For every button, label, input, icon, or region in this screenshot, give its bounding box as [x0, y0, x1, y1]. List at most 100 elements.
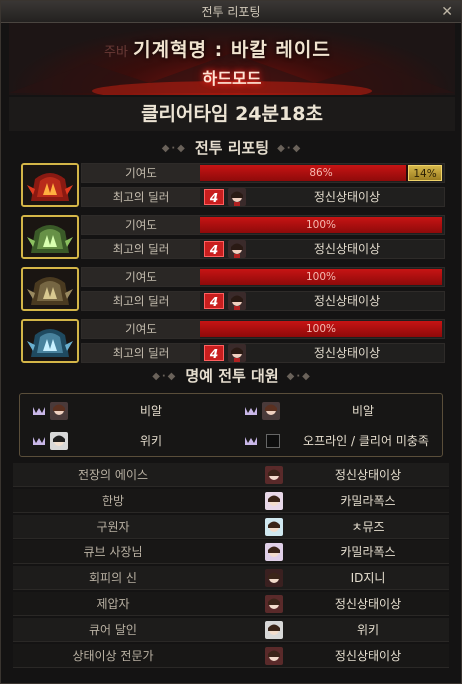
avatar-icon: [265, 594, 283, 613]
avatar-icon: [265, 517, 283, 536]
award-row: 제압자 정신상태이상: [13, 591, 449, 616]
award-title: 전장의 에이스: [77, 468, 149, 482]
player-report: 기여도 86% 14% 최고의 딜러 4 정신상태이상: [21, 163, 445, 207]
contribution-bar: 100%: [200, 269, 442, 285]
contribution-row: 기여도 100%: [81, 319, 445, 339]
award-title: 구원자: [96, 519, 130, 534]
avatar-icon: [265, 620, 283, 639]
award-winner[interactable]: ID지니: [293, 566, 443, 590]
contribution-label: 기여도: [82, 216, 200, 234]
medal-icon: [245, 437, 257, 445]
honor-member-name: 위키: [139, 434, 163, 448]
award-row: 전장의 에이스 정신상태이상: [13, 463, 449, 487]
close-icon[interactable]: ✕: [441, 1, 453, 23]
contribution-percent: 100%: [305, 323, 337, 335]
contribution-row: 기여도 100%: [81, 215, 445, 235]
title-bar: 전투 리포팅 ✕: [1, 1, 461, 23]
empty-slot-checkbox: [266, 434, 280, 448]
ornament-left-icon: ◆·◆: [161, 142, 187, 154]
award-row: 큐브 사장님 카밀라폭스: [13, 540, 449, 565]
player-stats: 기여도 86% 14% 최고의 딜러 4 정신상태이상: [81, 163, 445, 207]
top-dealer-name: 정신상태이상: [313, 346, 381, 360]
dealer-rank-badge: 4: [204, 345, 224, 361]
award-title: 상태이상 전문가: [72, 648, 154, 663]
dealer-rank-badge: 4: [204, 241, 224, 257]
top-dealer-name: 정신상태이상: [313, 242, 381, 256]
bronze-mech-helmet-icon[interactable]: [21, 267, 79, 311]
blue-mech-helmet-icon[interactable]: [21, 319, 79, 363]
honor-member-offline: 오프라인 / 클리어 미충족: [238, 428, 448, 454]
avatar-icon: [228, 188, 246, 206]
top-dealer-label: 최고의 딜러: [82, 188, 200, 206]
avatar-icon: [265, 466, 283, 484]
top-dealer-name: 정신상태이상: [313, 190, 381, 204]
award-title: 큐브 사장님: [83, 545, 143, 560]
avatar-icon: [265, 491, 283, 510]
award-row: 구원자 ㅊ뮤즈: [13, 514, 449, 539]
player-report: 기여도 100% 최고의 딜러 4 정신상태이상: [21, 267, 445, 311]
contribution-percent: 100%: [305, 219, 337, 231]
honor-member[interactable]: 위키: [26, 428, 236, 454]
dealer-rank-badge: 4: [204, 293, 224, 309]
medal-icon: [33, 407, 45, 415]
avatar-icon: [265, 646, 283, 665]
award-row: 회피의 신 ID지니: [13, 566, 449, 591]
honor-member-name: 비알: [139, 404, 163, 418]
award-row: 한방 카밀라폭스: [13, 488, 449, 513]
honor-member-name: 오프라인 / 클리어 미충족: [303, 434, 429, 448]
dealer-rank-badge: 4: [204, 189, 224, 205]
window-title: 전투 리포팅: [201, 5, 261, 19]
award-winner[interactable]: ㅊ뮤즈: [293, 515, 443, 539]
green-mech-helmet-icon[interactable]: [21, 215, 79, 259]
red-mech-helmet-icon[interactable]: [21, 163, 79, 207]
avatar-icon: [228, 344, 246, 362]
award-winner[interactable]: 정신상태이상: [293, 463, 443, 487]
award-title: 제압자: [96, 596, 130, 611]
contribution-percent: 100%: [305, 271, 337, 283]
contribution-percent: 86%: [309, 167, 333, 179]
top-dealer-row: 최고의 딜러 4 정신상태이상: [81, 187, 445, 207]
avatar-icon: [265, 543, 283, 562]
contribution-row: 기여도 86% 14%: [81, 163, 445, 183]
award-title: 큐어 달인: [89, 622, 137, 637]
honor-member[interactable]: 비알: [26, 398, 236, 424]
difficulty-mode: 하드모드: [202, 69, 262, 88]
top-dealer-label: 최고의 딜러: [82, 344, 200, 362]
award-row: 큐어 달인 위키: [13, 617, 449, 642]
avatar-icon: [265, 569, 283, 588]
medal-icon: [33, 437, 45, 445]
ornament-right-icon: ◆·◆: [277, 142, 303, 154]
ornament-right-icon: ◆·◆: [286, 370, 312, 382]
top-dealer-row: 최고의 딜러 4 정신상태이상: [81, 239, 445, 259]
award-winner[interactable]: 위키: [293, 618, 443, 642]
award-winner[interactable]: 정신상태이상: [293, 592, 443, 616]
report-title: 전투 리포팅: [194, 139, 270, 157]
ornament-left-icon: ◆·◆: [152, 370, 178, 382]
player-stats: 기여도 100% 최고의 딜러 4 정신상태이상: [81, 319, 445, 363]
contribution-label: 기여도: [82, 164, 200, 182]
award-winner[interactable]: 정신상태이상: [293, 644, 443, 668]
avatar-icon: [228, 292, 246, 310]
avatar-icon: [228, 240, 246, 258]
award-title: 회피의 신: [89, 571, 137, 586]
honor-member[interactable]: 비알: [238, 398, 448, 424]
honor-section-title: ◆·◆ 명예 전투 대원 ◆·◆: [9, 365, 455, 387]
player-stats: 기여도 100% 최고의 딜러 4 정신상태이상: [81, 215, 445, 259]
contribution-label: 기여도: [82, 268, 200, 286]
raid-name: 기계혁명 : 바칼 레이드: [133, 39, 331, 61]
battle-report-window: 전투 리포팅 ✕ 주바 기계혁명 : 바칼 레이드 하드모드 클리어타임 24분…: [0, 0, 462, 684]
top-dealer-row: 최고의 딜러 4 정신상태이상: [81, 343, 445, 363]
raid-banner: 주바 기계혁명 : 바칼 레이드 하드모드: [9, 23, 455, 95]
clear-time: 클리어타임 24분18초: [9, 97, 455, 131]
award-title: 한방: [101, 493, 125, 508]
top-dealer-row: 최고의 딜러 4 정신상태이상: [81, 291, 445, 311]
award-winner[interactable]: 카밀라폭스: [293, 540, 443, 564]
award-winner[interactable]: 카밀라폭스: [293, 489, 443, 513]
contribution-label: 기여도: [82, 320, 200, 338]
honor-member-name: 비알: [351, 404, 375, 418]
award-list: 전장의 에이스 정신상태이상 한방 카밀라폭스 구원자 ㅊ뮤즈 큐브 사장님 카…: [13, 463, 449, 669]
remaining-percent-badge: 14%: [408, 165, 442, 181]
award-row: 상태이상 전문가 정신상태이상: [13, 643, 449, 668]
top-dealer-name: 정신상태이상: [313, 294, 381, 308]
player-report: 기여도 100% 최고의 딜러 4 정신상태이상: [21, 319, 445, 363]
